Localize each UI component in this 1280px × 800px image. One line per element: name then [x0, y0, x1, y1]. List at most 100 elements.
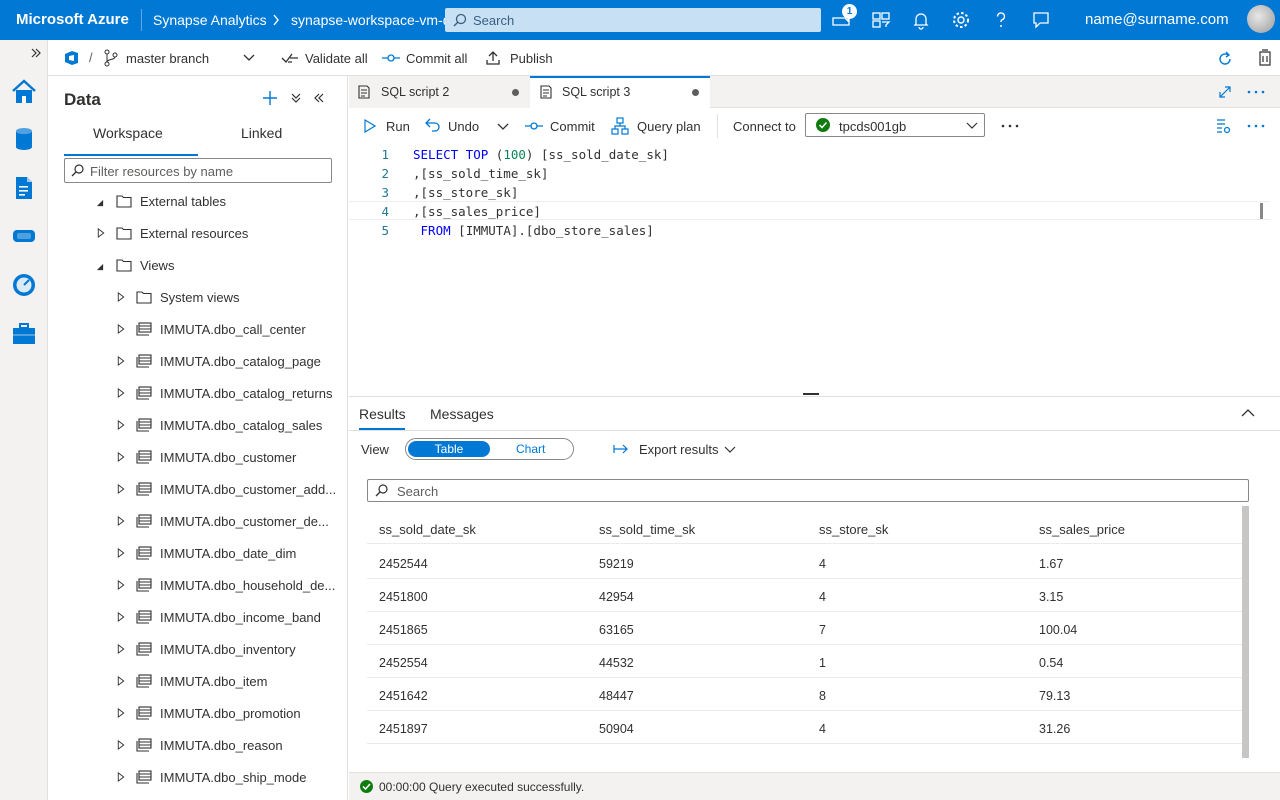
discard-icon[interactable]	[1257, 49, 1273, 67]
properties-icon[interactable]	[1215, 118, 1231, 134]
chevron-up-icon[interactable]	[1241, 408, 1255, 417]
monitor-icon[interactable]	[10, 271, 38, 299]
collapsed-caret-icon[interactable]	[117, 356, 125, 366]
data-icon[interactable]	[10, 125, 38, 153]
tree-item[interactable]: IMMUTA.dbo_customer_add...	[48, 474, 346, 506]
feedback-smile-icon[interactable]	[1031, 10, 1051, 30]
scroll-thumb[interactable]	[1260, 203, 1263, 219]
home-icon[interactable]	[10, 78, 38, 106]
query-plan-button[interactable]: Query plan	[637, 119, 701, 134]
view-table-option[interactable]: Table	[408, 441, 490, 457]
collapsed-caret-icon[interactable]	[117, 516, 125, 526]
manage-icon[interactable]	[10, 319, 38, 347]
pane-splitter[interactable]	[803, 393, 819, 395]
more-icon[interactable]	[1247, 124, 1265, 128]
user-email[interactable]: name@surname.com	[1085, 11, 1229, 28]
run-button[interactable]: Run	[386, 119, 410, 134]
filter-input[interactable]: Filter resources by name	[64, 158, 332, 183]
expand-nav-icon[interactable]	[30, 47, 42, 59]
directory-filter-icon[interactable]	[871, 10, 891, 30]
integrate-icon[interactable]	[10, 222, 38, 250]
tab-sql-script-2[interactable]: SQL script 2	[349, 76, 530, 108]
tab-sql-script-3[interactable]: SQL script 3	[530, 76, 710, 108]
tree-item[interactable]: IMMUTA.dbo_ship_mode	[48, 762, 346, 794]
tab-linked[interactable]: Linked	[241, 125, 282, 141]
tab-results[interactable]: Results	[359, 406, 406, 422]
avatar[interactable]	[1247, 5, 1275, 33]
column-header[interactable]: ss_sold_date_sk	[379, 522, 476, 537]
tree-item[interactable]: IMMUTA.dbo_catalog_sales	[48, 410, 346, 442]
collapsed-caret-icon[interactable]	[117, 580, 125, 590]
refresh-icon[interactable]	[1216, 50, 1234, 68]
tree-item[interactable]: IMMUTA.dbo_call_center	[48, 314, 346, 346]
tab-messages[interactable]: Messages	[430, 406, 494, 422]
column-header[interactable]: ss_sold_time_sk	[599, 522, 695, 537]
collapsed-caret-icon[interactable]	[117, 676, 125, 686]
undo-button[interactable]: Undo	[448, 119, 479, 134]
collapsed-caret-icon[interactable]	[117, 452, 125, 462]
table-row[interactable]: 2452544 59219 4 1.67	[367, 546, 1242, 579]
collapse-all-icon[interactable]	[290, 92, 302, 104]
commit-all-button[interactable]: Commit all	[406, 51, 467, 66]
sql-editor[interactable]: 1 SELECT TOP (100) [ss_sold_date_sk] 2 ,…	[349, 144, 1270, 394]
chevron-down-icon[interactable]	[243, 54, 255, 62]
commit-button[interactable]: Commit	[550, 119, 595, 134]
tree-item[interactable]: IMMUTA.dbo_reason	[48, 730, 346, 762]
results-scrollbar[interactable]	[1242, 506, 1249, 758]
results-search-input[interactable]: Search	[367, 479, 1249, 502]
collapsed-caret-icon[interactable]	[117, 324, 125, 334]
help-icon[interactable]	[991, 10, 1011, 30]
tree-item[interactable]: IMMUTA.dbo_income_band	[48, 602, 346, 634]
maximize-icon[interactable]	[1218, 85, 1232, 99]
expanded-caret-icon[interactable]	[96, 262, 104, 272]
table-row[interactable]: 2451897 50904 4 31.26	[367, 711, 1242, 744]
global-search-input[interactable]: Search	[445, 8, 821, 32]
table-row[interactable]: 2452554 44532 1 0.54	[367, 645, 1242, 678]
tree-item[interactable]: IMMUTA.dbo_date_dim	[48, 538, 346, 570]
view-chart-option[interactable]: Chart	[516, 442, 545, 456]
column-header[interactable]: ss_sales_price	[1039, 522, 1125, 537]
chevron-down-icon[interactable]	[497, 123, 509, 131]
collapsed-caret-icon[interactable]	[117, 644, 125, 654]
service-label[interactable]: Synapse Analytics	[153, 12, 267, 28]
brand-label[interactable]: Microsoft Azure	[16, 11, 129, 28]
tree-item[interactable]: IMMUTA.dbo_catalog_returns	[48, 378, 346, 410]
tree-item[interactable]: External resources	[48, 218, 346, 250]
collapsed-caret-icon[interactable]	[117, 548, 125, 558]
tree-item[interactable]: External tables	[48, 186, 346, 218]
tree-item[interactable]: IMMUTA.dbo_customer	[48, 442, 346, 474]
collapsed-caret-icon[interactable]	[117, 420, 125, 430]
develop-icon[interactable]	[10, 174, 38, 202]
tree-item[interactable]: System views	[48, 282, 346, 314]
collapsed-caret-icon[interactable]	[117, 740, 125, 750]
validate-all-button[interactable]: Validate all	[305, 51, 368, 66]
table-row[interactable]: 2451642 48447 8 79.13	[367, 678, 1242, 711]
collapse-panel-icon[interactable]	[313, 92, 325, 104]
tree-item[interactable]: IMMUTA.dbo_item	[48, 666, 346, 698]
collapsed-caret-icon[interactable]	[117, 292, 125, 302]
workspace-label[interactable]: synapse-workspace-vm-demo	[291, 12, 446, 28]
tree-item[interactable]: IMMUTA.dbo_promotion	[48, 698, 346, 730]
bell-icon[interactable]	[911, 10, 931, 30]
collapsed-caret-icon[interactable]	[97, 228, 105, 238]
more-icon[interactable]	[1247, 90, 1265, 94]
chevron-down-icon[interactable]	[724, 446, 736, 454]
connection-dropdown[interactable]: tpcds001gb	[805, 113, 985, 137]
tree-item[interactable]: IMMUTA.dbo_customer_de...	[48, 506, 346, 538]
publish-button[interactable]: Publish	[510, 51, 553, 66]
tree-item[interactable]: IMMUTA.dbo_household_de...	[48, 570, 346, 602]
more-icon[interactable]	[1001, 124, 1019, 128]
collapsed-caret-icon[interactable]	[117, 388, 125, 398]
export-results-button[interactable]: Export results	[639, 442, 718, 457]
add-icon[interactable]	[262, 90, 278, 106]
column-header[interactable]: ss_store_sk	[819, 522, 888, 537]
tree-item[interactable]: Views	[48, 250, 346, 282]
gear-icon[interactable]	[951, 10, 971, 30]
tree-item[interactable]: IMMUTA.dbo_catalog_page	[48, 346, 346, 378]
branch-selector[interactable]: master branch	[126, 51, 209, 66]
collapsed-caret-icon[interactable]	[117, 612, 125, 622]
tab-workspace[interactable]: Workspace	[93, 125, 163, 141]
view-toggle[interactable]: Table Chart	[405, 438, 574, 460]
tree-item[interactable]: IMMUTA.dbo_inventory	[48, 634, 346, 666]
expanded-caret-icon[interactable]	[96, 198, 104, 208]
